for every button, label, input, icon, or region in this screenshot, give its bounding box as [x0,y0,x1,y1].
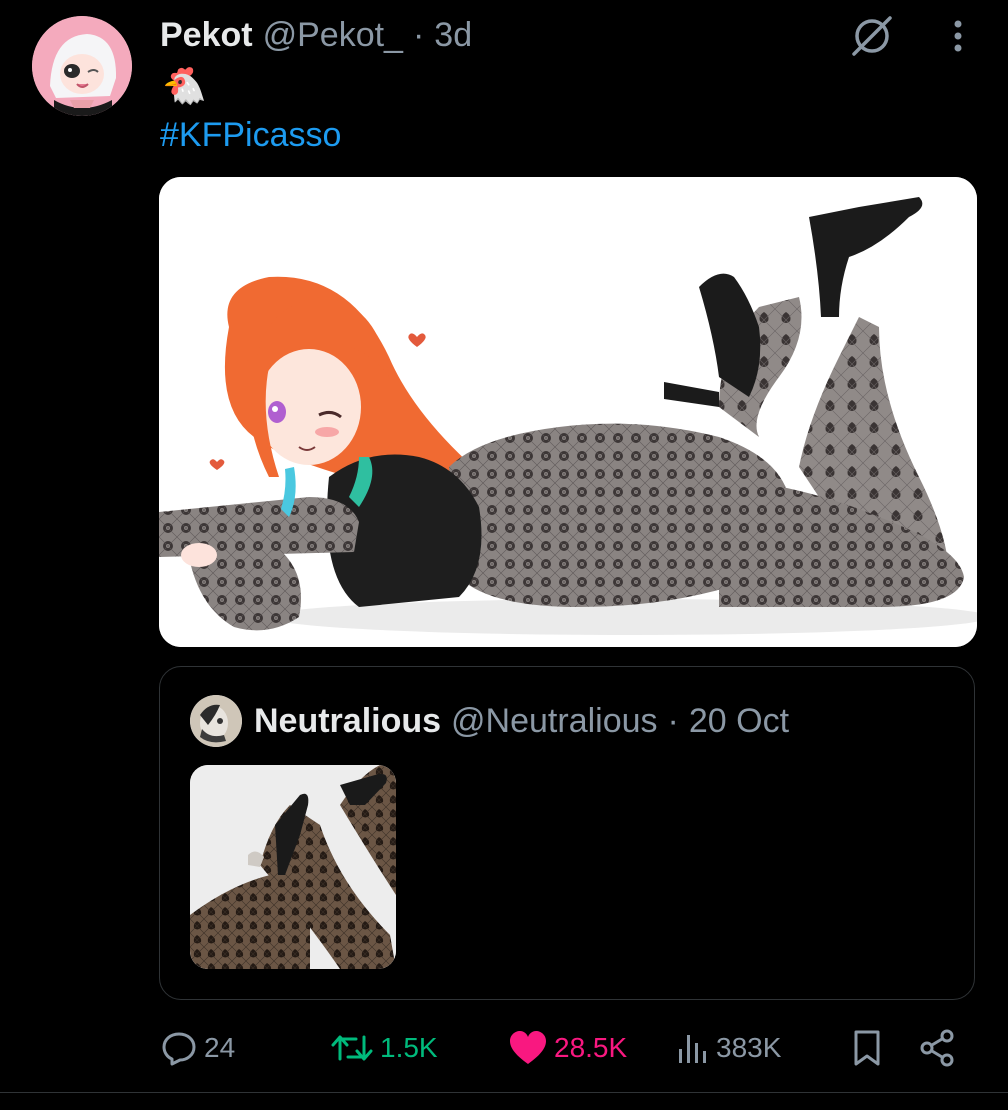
more-vertical-icon[interactable] [944,16,972,56]
quote-author-avatar[interactable] [190,695,242,747]
like-count: 28.5K [554,1032,628,1063]
hashtag-link[interactable]: #KFPicasso [160,116,341,155]
reply-button[interactable]: 24 [160,1020,235,1076]
author-handle[interactable]: @Pekot_ [263,16,403,55]
quote-author-name[interactable]: Neutralious [254,702,441,741]
tweet-action-bar: 24 1.5K 28.5K 383K [0,1020,1008,1076]
heart-icon [508,1029,548,1067]
share-icon [918,1028,956,1068]
grok-icon[interactable] [848,12,896,60]
views-button[interactable]: 383K [676,1020,781,1076]
quote-author-handle[interactable]: @Neutralious [451,702,658,741]
tweet-header: Pekot @Pekot_ · 3d [160,14,472,56]
repost-icon [330,1029,374,1067]
quote-media-image[interactable] [190,765,396,969]
author-name[interactable]: Pekot [160,16,253,55]
bookmark-button[interactable] [850,1020,884,1076]
quote-header: Neutralious @Neutralious · 20 Oct [254,699,789,743]
author-avatar[interactable] [32,16,132,116]
quoted-tweet[interactable]: Neutralious @Neutralious · 20 Oct [159,666,975,1000]
like-button[interactable]: 28.5K [508,1020,627,1076]
repost-count: 1.5K [380,1032,438,1063]
quote-date[interactable]: 20 Oct [689,702,789,741]
chicken-emoji: 🐔 [162,65,207,106]
reply-count: 24 [204,1032,236,1063]
tweet-media-image[interactable] [159,177,977,647]
share-button[interactable] [918,1020,956,1076]
separator-dot: · [412,15,425,54]
repost-button[interactable]: 1.5K [330,1020,438,1076]
views-icon [676,1029,710,1067]
reply-icon [160,1029,198,1067]
quote-separator-dot: · [667,701,679,740]
bookmark-icon [850,1028,884,1068]
views-count: 383K [716,1032,782,1063]
divider [0,1092,1008,1093]
tweet-timestamp[interactable]: 3d [434,16,472,55]
